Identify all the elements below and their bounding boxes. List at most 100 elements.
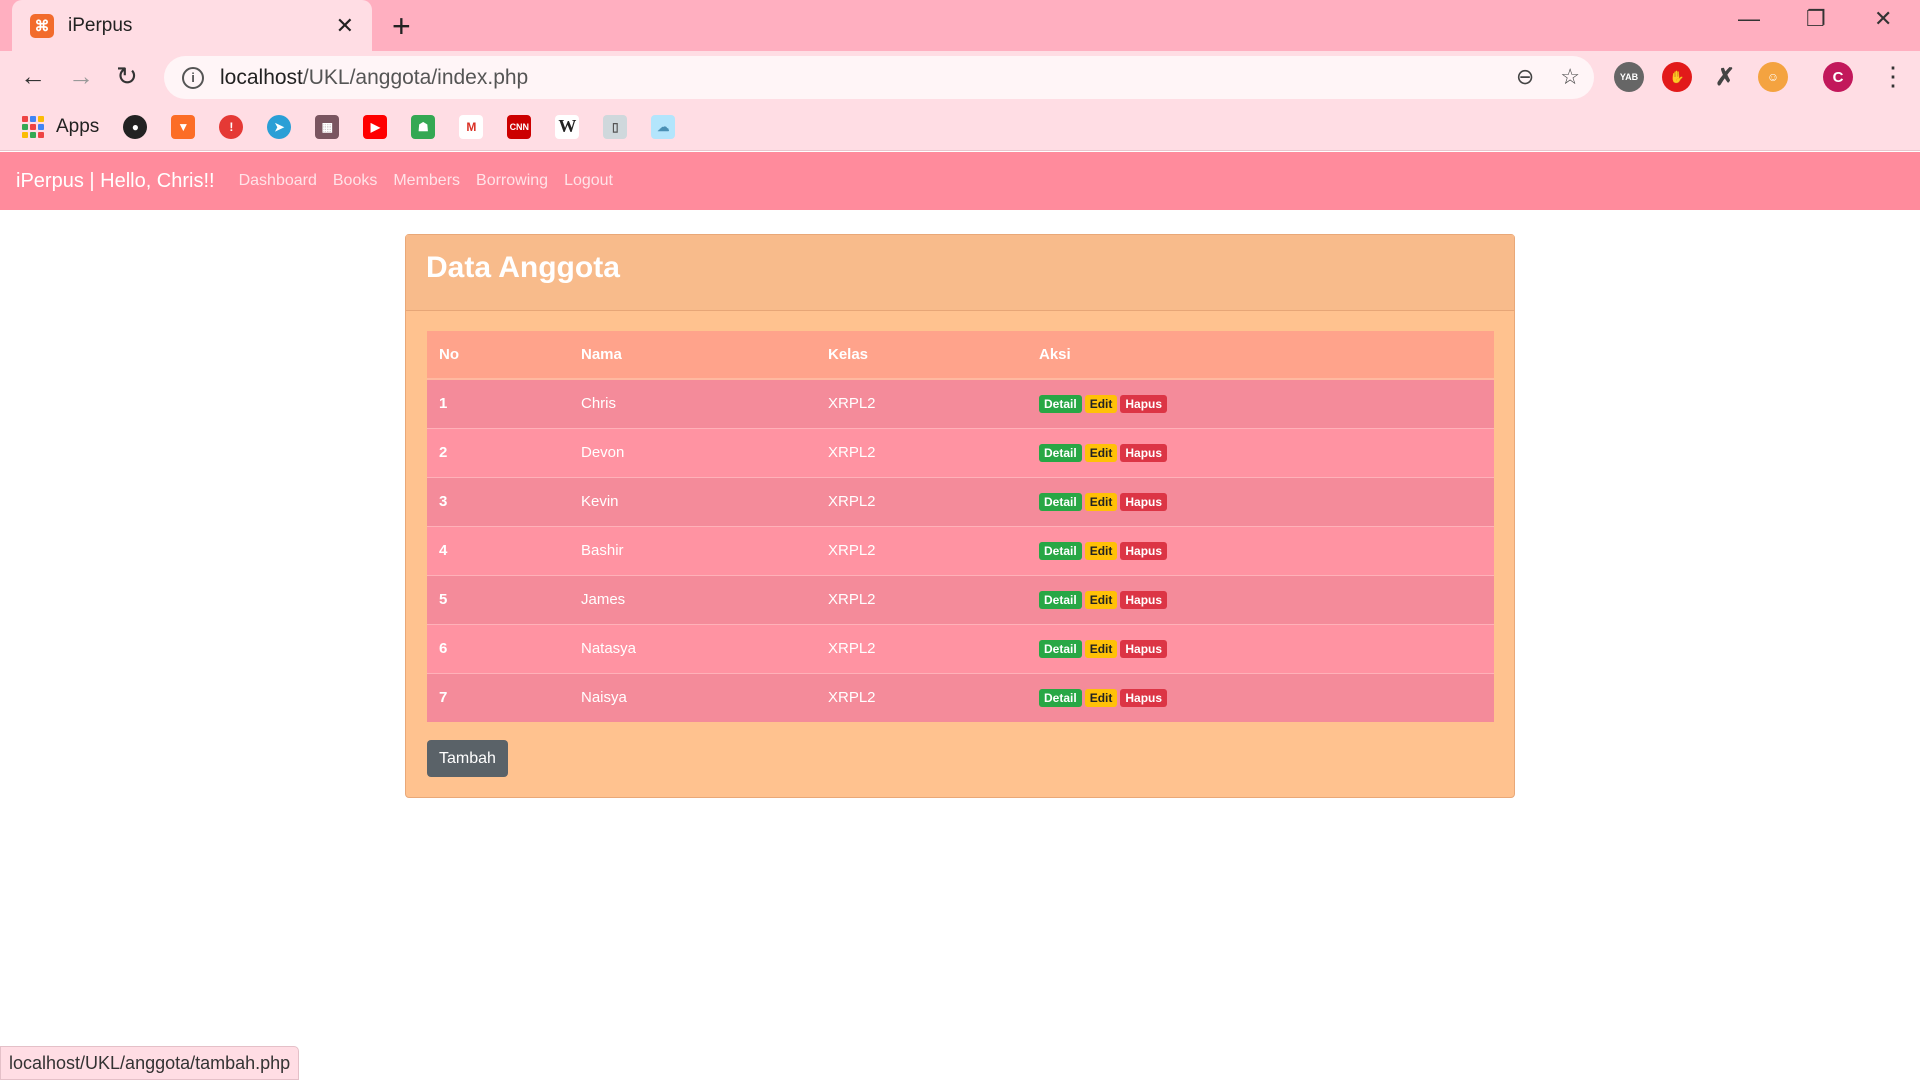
detail-button[interactable]: Detail [1039,394,1082,413]
table-row: 3 Kevin XRPL2 Detail Edit Hapus [427,476,1494,526]
url-text[interactable]: localhost/UKL/anggota/index.php [220,66,528,90]
minimize-icon[interactable]: — [1738,6,1760,32]
cell-nama: James [569,574,816,624]
column-header-nama: Nama [569,331,816,380]
app-navbar: iPerpus | Hello, Chris!! Dashboard Books… [0,152,1920,210]
edit-button[interactable]: Edit [1084,492,1118,511]
alert-icon[interactable]: ! [219,114,244,139]
browser-tab-strip: ⌘ iPerpus ✕ + — ❐ ✕ [0,0,1920,51]
zoom-icon[interactable]: ⊖ [1516,64,1534,90]
detail-button[interactable]: Detail [1039,492,1082,511]
photo-icon[interactable]: ▦ [315,114,340,139]
table-row: 4 Bashir XRPL2 Detail Edit Hapus [427,525,1494,575]
reload-icon[interactable]: ↻ [116,61,138,92]
cell-aksi: Detail Edit Hapus [1027,525,1494,575]
yab-extension-icon[interactable]: YAB [1614,62,1644,92]
apps-bookmark[interactable]: Apps [22,115,100,138]
profile-avatar[interactable]: C [1823,62,1853,92]
delete-button[interactable]: Hapus [1120,541,1168,560]
edit-button[interactable]: Edit [1084,541,1118,560]
cell-nama: Devon [569,427,816,477]
cell-no: 1 [427,378,569,428]
cell-no: 2 [427,427,569,477]
cell-aksi: Detail Edit Hapus [1027,378,1494,428]
detail-button[interactable]: Detail [1039,639,1082,658]
cell-kelas: XRPL2 [816,427,1027,477]
new-tab-icon[interactable]: + [392,8,411,45]
x-extension-icon[interactable]: ✗ [1710,62,1740,92]
nav-link-members[interactable]: Members [393,172,460,190]
adblock-extension-icon[interactable]: ✋ [1662,62,1692,92]
restore-icon[interactable]: ❐ [1806,6,1826,32]
edit-button[interactable]: Edit [1084,590,1118,609]
cell-aksi: Detail Edit Hapus [1027,476,1494,526]
emoji-extension-icon[interactable]: ☺ [1758,62,1788,92]
menu-icon[interactable]: ⋮ [1880,61,1906,92]
cloud-icon[interactable]: ☁ [651,114,676,139]
browser-toolbar: ← → ↻ i localhost/UKL/anggota/index.php … [0,51,1920,103]
edit-button[interactable]: Edit [1084,688,1118,707]
cell-kelas: XRPL2 [816,476,1027,526]
wikipedia-icon[interactable]: W [555,114,580,139]
gitlab-icon[interactable]: ▼ [171,114,196,139]
navbar-brand[interactable]: iPerpus | Hello, Chris!! [16,170,215,193]
close-window-icon[interactable]: ✕ [1874,6,1892,32]
info-icon[interactable]: i [182,66,204,89]
nav-link-books[interactable]: Books [333,172,377,190]
youtube-icon[interactable]: ▶ [363,114,388,139]
apps-icon [22,115,44,138]
delete-button[interactable]: Hapus [1120,492,1168,511]
detail-button[interactable]: Detail [1039,443,1082,462]
table-row: 6 Natasya XRPL2 Detail Edit Hapus [427,623,1494,673]
cell-no: 4 [427,525,569,575]
bookmark-star-icon[interactable]: ☆ [1560,64,1580,90]
cell-nama: Natasya [569,623,816,673]
cnn-icon[interactable]: CNN [507,114,532,139]
gmail-icon[interactable]: M [459,114,484,139]
cell-aksi: Detail Edit Hapus [1027,427,1494,477]
cell-kelas: XRPL2 [816,672,1027,722]
forward-icon[interactable]: → [68,61,94,92]
delete-button[interactable]: Hapus [1120,394,1168,413]
edit-button[interactable]: Edit [1084,394,1118,413]
delete-button[interactable]: Hapus [1120,590,1168,609]
bookmarks-bar: Apps ● ▼ ! ➤ ▦ ▶ ☗ M CNN W ▯ ☁ [0,103,1920,151]
cell-nama: Naisya [569,672,816,722]
detail-button[interactable]: Detail [1039,541,1082,560]
table-row: 1 Chris XRPL2 Detail Edit Hapus [427,378,1494,428]
book-icon[interactable]: ▯ [603,114,628,139]
apps-label: Apps [56,115,100,137]
cell-kelas: XRPL2 [816,378,1027,428]
tab-title: iPerpus [68,14,133,36]
cell-kelas: XRPL2 [816,574,1027,624]
detail-button[interactable]: Detail [1039,688,1082,707]
table-row: 5 James XRPL2 Detail Edit Hapus [427,574,1494,624]
cell-no: 6 [427,623,569,673]
back-icon[interactable]: ← [20,61,46,92]
telegram-icon[interactable]: ➤ [267,114,292,139]
browser-tab[interactable]: ⌘ iPerpus ✕ [12,0,372,51]
github-icon[interactable]: ● [123,114,148,139]
detail-button[interactable]: Detail [1039,590,1082,609]
column-header-aksi: Aksi [1027,331,1494,380]
table-row: 7 Naisya XRPL2 Detail Edit Hapus [427,672,1494,722]
add-member-button[interactable]: Tambah [427,740,508,777]
status-bar-url: localhost/UKL/anggota/tambah.php [0,1046,300,1080]
table-row: 2 Devon XRPL2 Detail Edit Hapus [427,427,1494,477]
edit-button[interactable]: Edit [1084,639,1118,658]
delete-button[interactable]: Hapus [1120,688,1168,707]
nav-link-dashboard[interactable]: Dashboard [239,172,317,190]
cell-nama: Chris [569,378,816,428]
delete-button[interactable]: Hapus [1120,639,1168,658]
close-tab-icon[interactable]: ✕ [336,13,354,39]
classroom-icon[interactable]: ☗ [411,114,436,139]
delete-button[interactable]: Hapus [1120,443,1168,462]
cell-kelas: XRPL2 [816,623,1027,673]
cell-aksi: Detail Edit Hapus [1027,672,1494,722]
nav-link-logout[interactable]: Logout [564,172,613,190]
cell-aksi: Detail Edit Hapus [1027,623,1494,673]
nav-link-borrowing[interactable]: Borrowing [476,172,548,190]
edit-button[interactable]: Edit [1084,443,1118,462]
address-bar[interactable]: i localhost/UKL/anggota/index.php ⊖ ☆ [164,56,1594,99]
column-header-kelas: Kelas [816,331,1027,380]
